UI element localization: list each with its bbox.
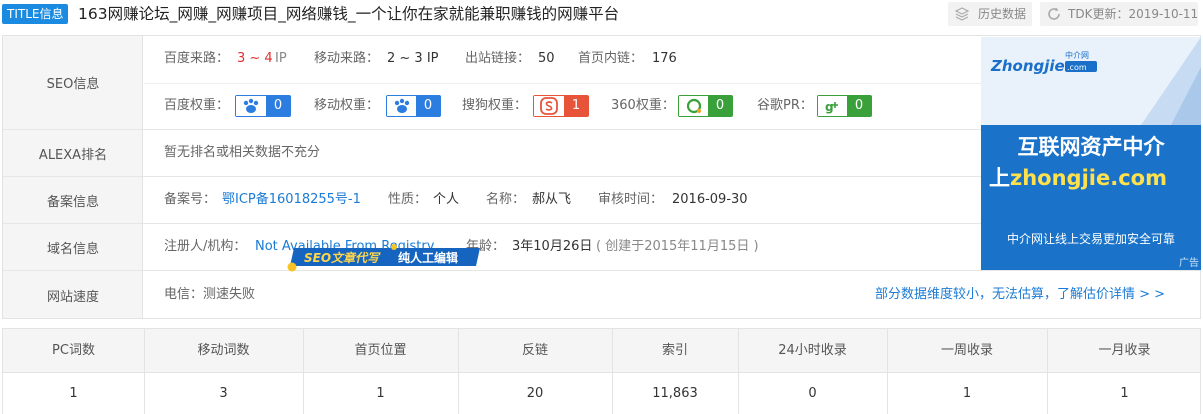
baidu-weight-label: 百度权重： [164,98,230,113]
sogou-weight-label: 搜狗权重： [462,98,528,113]
stats-header-home-position: 首页位置 [354,343,407,358]
stats-value-pc-words[interactable]: 1 [3,384,144,404]
sub-row-divider [144,83,981,84]
alexa-label: ALEXA排名 [38,148,108,163]
stats-value-week-indexed[interactable]: 1 [887,384,1047,404]
seo-writing-promo[interactable]: SEO文章代写 纯人工编辑 [286,244,482,272]
stats-table: PC词数 移动词数 首页位置 反链 索引 24小时收录 一周收录 一月收录 1 … [2,328,1201,414]
sogou-weight-badge[interactable]: 1 [533,95,589,117]
svg-text:中介网: 中介网 [1065,50,1089,60]
svg-text:g: g [825,100,834,114]
row-divider [3,129,981,130]
stats-value-backlinks[interactable]: 20 [458,384,612,404]
alexa-value: 暂无排名或相关数据不充分 [164,145,321,160]
icp-nature-value: 个人 [433,192,460,207]
mobile-weight-value: 0 [416,96,440,116]
history-data-button[interactable]: 历史数据 [948,2,1032,26]
ad-header: Zhongjie 中介网 .com [981,37,1201,125]
zhongjie-logo: Zhongjie 中介网 .com [989,47,1101,83]
icp-no-link[interactable]: 鄂ICP备16018255号-1 [222,190,361,210]
stats-value-month-indexed[interactable]: 1 [1047,384,1202,404]
stats-header-24h-indexed: 24小时收录 [778,343,847,358]
google-plus-icon: g [818,96,848,116]
baidu-paw-icon [236,96,266,116]
stats-value-index[interactable]: 11,863 [612,384,738,404]
domain-age-value: 3年10月26日 [512,239,593,254]
ad-subheadline: 上zhongjie.com [989,162,1167,192]
icp-name-label: 名称： [486,192,526,207]
sogou-icon [534,96,564,116]
baidu-traffic-unit: IP [275,51,287,66]
mobile-traffic-value: 2 ~ 3 IP [387,51,439,66]
ad-domain: zhongjie.com [1010,166,1167,190]
page-title: 163网赚论坛_网赚_网赚项目_网络赚钱_一个让你在家就能兼职赚钱的网赚平台 [78,5,620,23]
stats-header-index: 索引 [661,343,688,358]
stats-value-24h-indexed[interactable]: 0 [738,384,887,404]
stats-header-mobile-words: 移动词数 [197,343,250,358]
baidu-weight-value: 0 [266,96,290,116]
row-divider [3,270,1200,271]
google-pr-badge[interactable]: g 0 [817,95,872,117]
sogou-weight-value: 1 [564,96,588,116]
stats-header-backlinks: 反链 [521,343,548,358]
registrant-label: 注册人/机构： [164,239,247,254]
promo-text-2: 纯人工编辑 [398,251,459,265]
weight-360-label: 360权重： [611,98,675,113]
promo-text-1: SEO文章代写 [304,251,380,265]
speed-label: 网站速度 [46,290,99,305]
google-pr-value: 0 [847,96,871,116]
icp-label: 备案信息 [46,195,99,210]
tdk-update[interactable]: TDK更新：2019-10-11 [1040,2,1198,26]
mobile-weight-badge[interactable]: 0 [386,95,441,117]
icp-name-value: 郝从飞 [532,192,572,207]
zhongjie-ad-banner[interactable]: Zhongjie 中介网 .com 互联网资产中介 上zhongjie.com … [981,37,1201,270]
360-icon [679,96,709,116]
baidu-traffic-value: 3 ~ 4 [237,51,273,66]
domain-label: 域名信息 [46,242,99,257]
icp-no-label: 备案号： [164,192,217,207]
ad-subheadline-prefix: 上 [989,166,1010,190]
title-badge: TITLE信息 [2,4,69,24]
icp-audit-label: 审核时间： [598,192,664,207]
inlinks-value: 176 [652,51,677,66]
ad-label: 广告 [1179,258,1199,269]
stats-header-month-indexed: 一月收录 [1098,343,1151,358]
inlinks-label: 首页内链： [578,51,644,66]
stats-value-home-position[interactable]: 1 [303,384,458,404]
svg-text:Zhongjie: Zhongjie [990,57,1065,75]
ad-corner-decoration [1141,37,1201,125]
stats-value-mobile-words[interactable]: 3 [144,384,303,404]
icp-audit-value: 2016-09-30 [672,192,748,207]
stats-header-week-indexed: 一周收录 [940,343,993,358]
baidu-paw-icon [387,96,417,116]
baidu-weight-badge[interactable]: 0 [235,95,291,117]
history-data-label: 历史数据 [978,7,1027,21]
row-divider [3,176,981,177]
mobile-traffic-label: 移动来路： [314,51,380,66]
mobile-weight-label: 移动权重： [314,98,380,113]
valuation-details-link[interactable]: 部分数据维度较小，无法估算，了解估价详情 > > [875,285,1165,305]
title-bar: TITLE信息 163网赚论坛_网赚_网赚项目_网络赚钱_一个让你在家就能兼职赚… [0,0,1203,30]
stats-header-pc-words: PC词数 [52,343,95,358]
google-pr-label: 谷歌PR： [757,98,813,113]
row-divider [3,223,981,224]
layers-icon [954,7,970,21]
icp-nature-label: 性质： [388,192,428,207]
weight-360-value: 0 [708,96,732,116]
refresh-icon [1048,7,1060,20]
domain-created: ( 创建于2015年11月15日 ) [596,239,759,254]
svg-text:.com: .com [1067,63,1087,72]
tdk-update-label: TDK更新：2019-10-11 [1068,7,1199,21]
baidu-traffic-label: 百度来路： [164,51,230,66]
telecom-speed: 电信：测速失败 [164,287,256,302]
ad-headline: 互联网资产中介 [1017,135,1165,159]
outlinks-label: 出站链接： [465,51,531,66]
outlinks-value: 50 [538,51,555,66]
weight-360-badge[interactable]: 0 [678,95,733,117]
ad-tagline: 中介网让线上交易更加安全可靠 [1006,232,1175,246]
seo-info-label: SEO信息 [46,77,100,92]
